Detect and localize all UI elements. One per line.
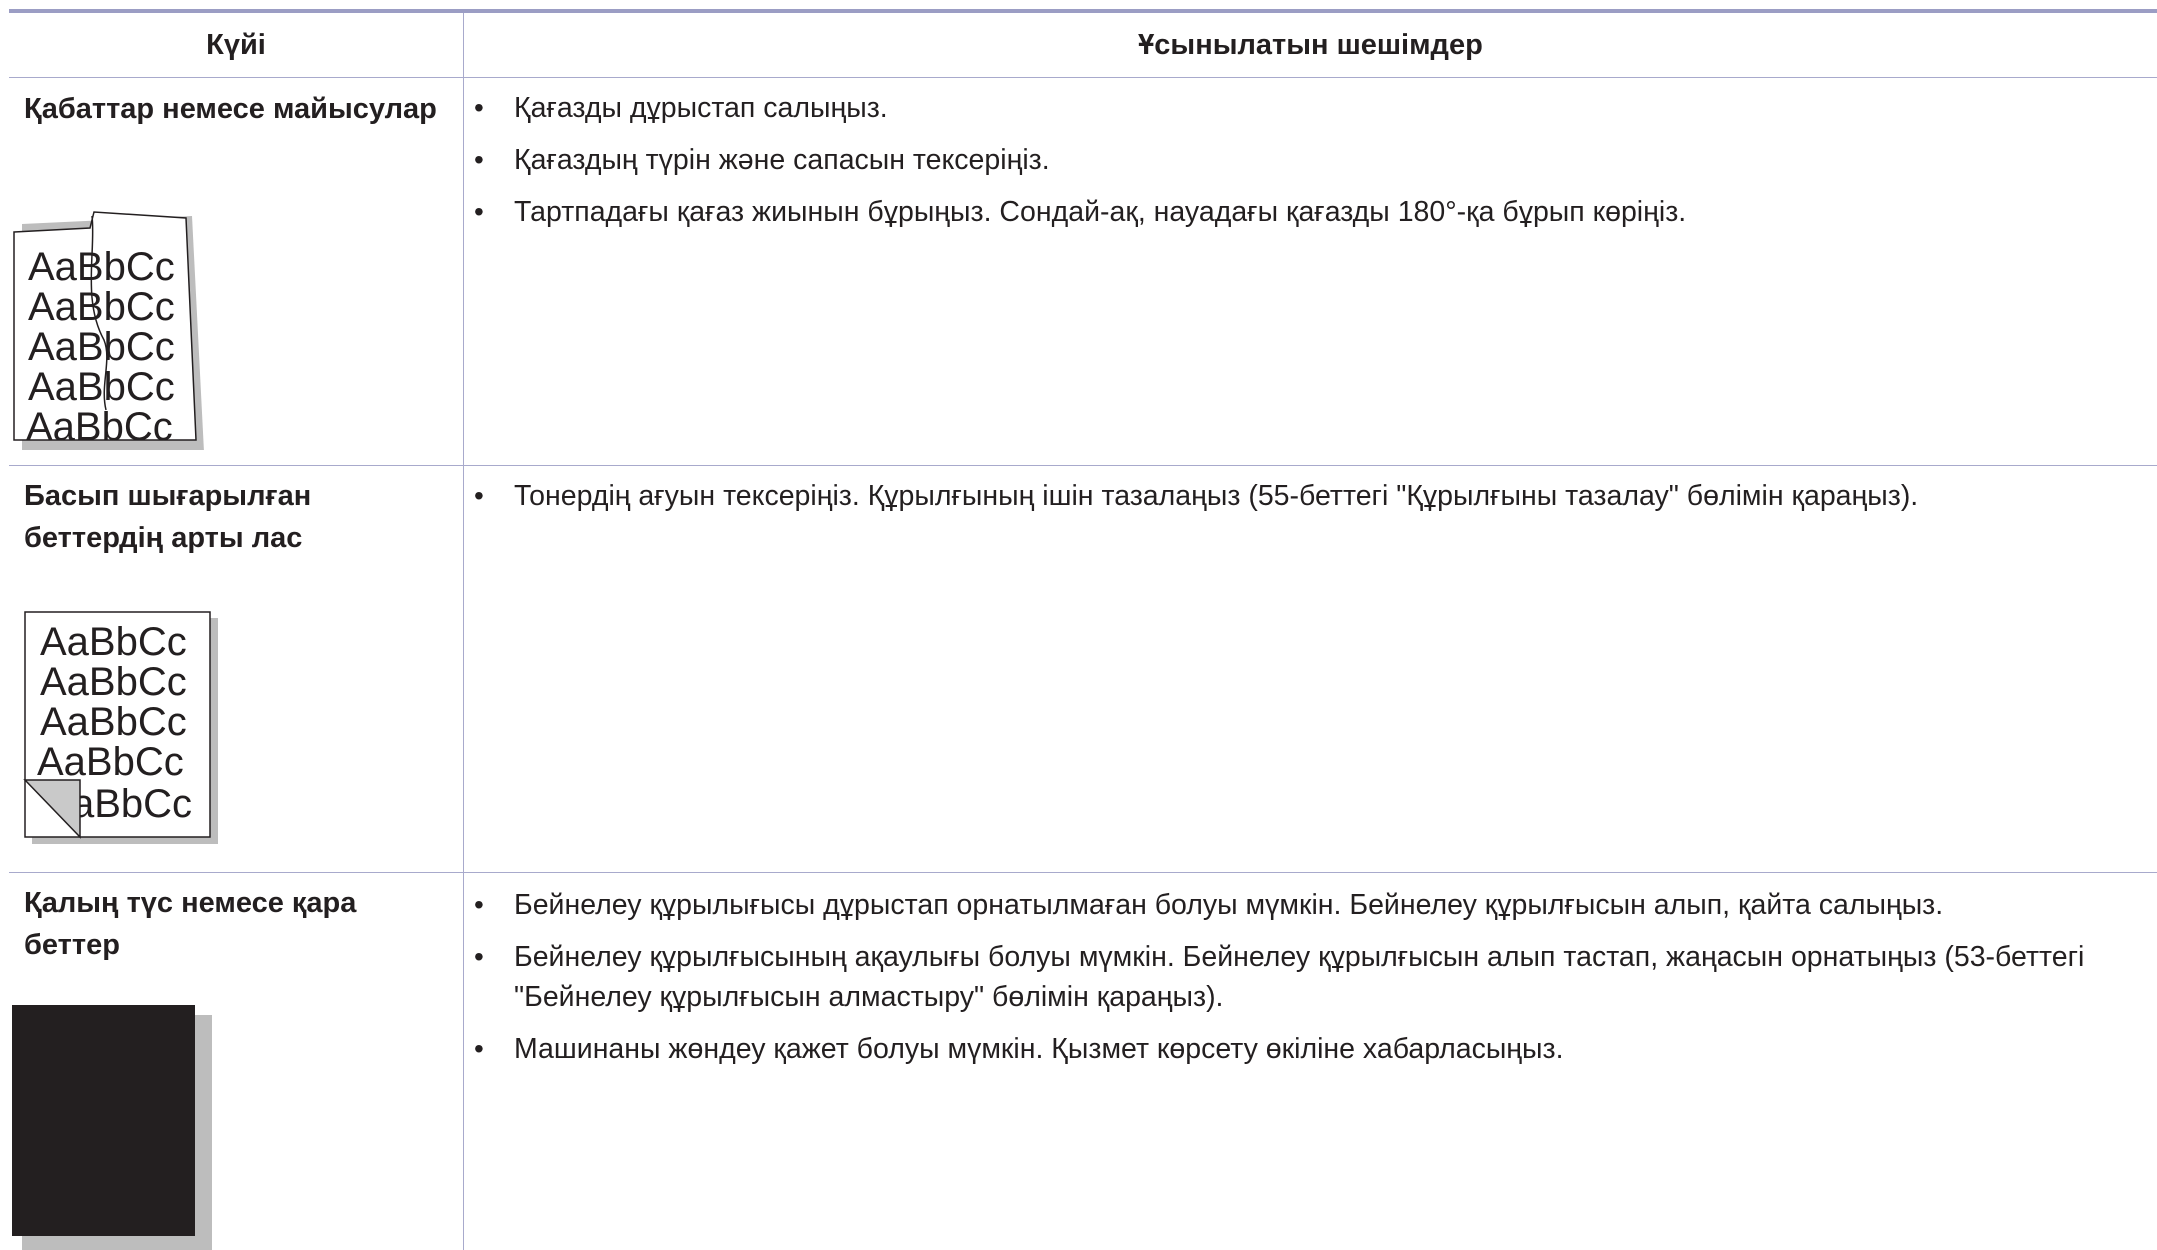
column-divider — [463, 13, 464, 1250]
list-item: • Бейнелеу құрылығысы дұрыстап орнатылма… — [474, 885, 2134, 925]
bullet-icon: • — [474, 92, 484, 123]
sample-line: AaBbCc — [40, 660, 187, 704]
black-page-sample-image — [12, 1005, 212, 1250]
header-condition: Күйі — [206, 29, 266, 61]
list-item: • Қағазды дұрыстап салыңыз. — [474, 88, 2134, 128]
bullet-icon: • — [474, 480, 484, 511]
sample-line: AaBbCc — [28, 285, 175, 329]
bullet-icon: • — [474, 889, 484, 920]
bullet-icon: • — [474, 941, 484, 972]
condition-black-pages: Қалың түс немесе қара беттер — [24, 887, 357, 961]
list-item: • Машинаны жөндеу қажет болуы мүмкін. Қы… — [474, 1029, 2134, 1069]
condition-folds: Қабаттар немесе майысулар — [24, 93, 437, 125]
sample-line: AaBbCc — [28, 365, 175, 409]
solutions-dirty-back: • Тонердің ағуын тексеріңіз. Құрылғының … — [474, 476, 2134, 528]
list-item: • Тонердің ағуын тексеріңіз. Құрылғының … — [474, 476, 2134, 516]
dirty-back-sample-image: AaBbCc AaBbCc AaBbCc AaBbCc aBbCc — [22, 610, 222, 846]
solutions-folds: • Қағазды дұрыстап салыңыз. • Қағаздың т… — [474, 88, 2134, 244]
sample-line: AaBbCc — [26, 405, 173, 449]
condition-dirty-back: Басып шығарылған беттердің арты лас — [24, 480, 312, 554]
list-item: • Тартпадағы қағаз жиынын бұрыңыз. Сонда… — [474, 192, 2134, 232]
list-item: • Бейнелеу құрылғысының ақаулығы болуы м… — [474, 937, 2134, 1017]
solutions-black-pages: • Бейнелеу құрылығысы дұрыстап орнатылма… — [474, 885, 2134, 1081]
sample-line: AaBbCc — [40, 700, 187, 744]
row-divider — [9, 465, 2157, 466]
bullet-icon: • — [474, 144, 484, 175]
sample-line: AaBbCc — [37, 740, 184, 784]
header-solutions: Ұсынылатын шешімдер — [1138, 29, 1483, 61]
bullet-icon: • — [474, 196, 484, 227]
folded-page-sample-image: AaBbCc AaBbCc AaBbCc AaBbCc AaBbCc — [12, 210, 212, 450]
sample-line: aBbCc — [72, 782, 192, 826]
bullet-icon: • — [474, 1033, 484, 1064]
sample-line: AaBbCc — [28, 325, 175, 369]
list-item: • Қағаздың түрін және сапасын тексеріңіз… — [474, 140, 2134, 180]
table-header: Күйі Ұсынылатын шешімдер — [9, 13, 2157, 78]
sample-line: AaBbCc — [28, 245, 175, 289]
row-divider — [9, 872, 2157, 873]
sample-line: AaBbCc — [40, 620, 187, 664]
